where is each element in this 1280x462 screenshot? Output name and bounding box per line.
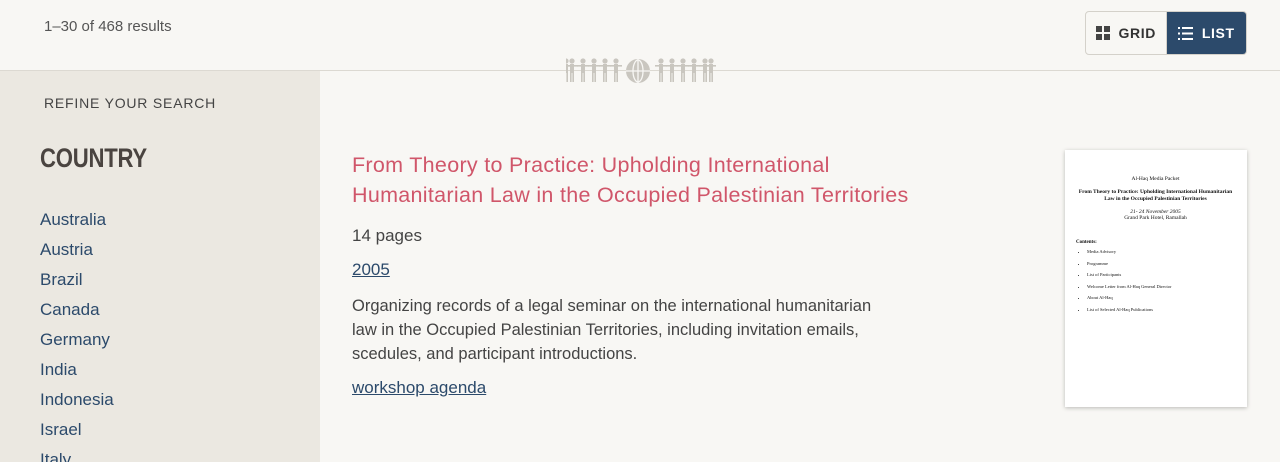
thumbnail-contents-label: Contents: bbox=[1076, 240, 1097, 245]
grid-view-label: GRID bbox=[1118, 25, 1156, 41]
thumbnail-contents-item: List of Selected Al-Haq Publications bbox=[1087, 307, 1235, 319]
result-year-link[interactable]: 2005 bbox=[352, 260, 390, 280]
list-view-label: LIST bbox=[1201, 25, 1235, 41]
thumbnail-title: From Theory to Practice: Upholding Inter… bbox=[1078, 189, 1233, 202]
result-item: From Theory to Practice: Upholding Inter… bbox=[352, 150, 912, 398]
grid-view-button[interactable]: GRID bbox=[1086, 12, 1167, 54]
thumbnail-contents-list: Media Advisory Programme List of Partici… bbox=[1087, 249, 1235, 318]
list-view-button[interactable]: LIST bbox=[1166, 12, 1246, 54]
grid-icon bbox=[1095, 26, 1110, 40]
country-filter-brazil[interactable]: Brazil bbox=[40, 270, 114, 300]
result-page-count: 14 pages bbox=[352, 226, 422, 245]
result-tag-link[interactable]: workshop agenda bbox=[352, 378, 486, 398]
list-icon bbox=[1177, 26, 1193, 40]
thumbnail-contents-item: Welcome Letter from Al-Haq General Direc… bbox=[1087, 284, 1235, 296]
thumbnail-contents-item: About Al-Haq bbox=[1087, 295, 1235, 307]
country-filter-india[interactable]: India bbox=[40, 360, 114, 390]
result-title-link[interactable]: From Theory to Practice: Upholding Inter… bbox=[352, 150, 912, 210]
refine-sidebar: REFINE YOUR SEARCH COUNTRY Australia Aus… bbox=[0, 71, 320, 462]
thumbnail-header: Al-Haq Media Packet bbox=[1131, 176, 1180, 182]
result-count: 1–30 of 468 results bbox=[44, 18, 172, 35]
thumbnail-venue: Grand Park Hotel, Ramallah bbox=[1124, 215, 1187, 221]
refine-heading: REFINE YOUR SEARCH bbox=[44, 95, 217, 111]
view-toggle: GRID LIST bbox=[1085, 11, 1247, 55]
country-filter-indonesia[interactable]: Indonesia bbox=[40, 390, 114, 420]
country-filter-canada[interactable]: Canada bbox=[40, 300, 114, 330]
thumbnail-contents-item: Media Advisory bbox=[1087, 249, 1235, 261]
country-filter-australia[interactable]: Australia bbox=[40, 210, 114, 240]
thumbnail-contents-item: List of Participants bbox=[1087, 272, 1235, 284]
country-filter-italy[interactable]: Italy bbox=[40, 450, 114, 462]
country-filter-austria[interactable]: Austria bbox=[40, 240, 114, 270]
country-facet-title: COUNTRY bbox=[40, 143, 147, 173]
thumbnail-contents-item: Programme bbox=[1087, 261, 1235, 273]
people-globe-icon bbox=[560, 57, 717, 85]
country-facet-list: Australia Austria Brazil Canada Germany … bbox=[40, 210, 114, 462]
country-filter-israel[interactable]: Israel bbox=[40, 420, 114, 450]
country-filter-germany[interactable]: Germany bbox=[40, 330, 114, 360]
result-thumbnail[interactable]: Al-Haq Media Packet From Theory to Pract… bbox=[1065, 150, 1247, 407]
result-description: Organizing records of a legal seminar on… bbox=[352, 297, 872, 363]
